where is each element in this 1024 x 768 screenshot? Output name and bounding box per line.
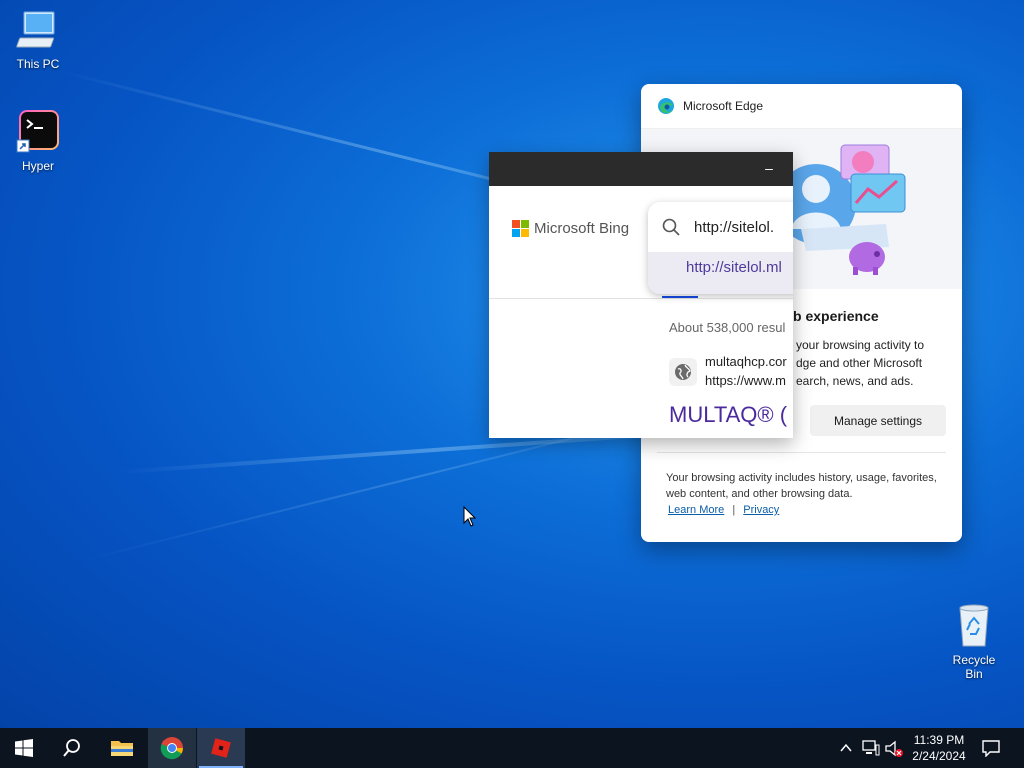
- search-suggestion[interactable]: http://sitelol.ml: [648, 252, 793, 294]
- roblox-button[interactable]: [197, 728, 245, 768]
- minimize-button[interactable]: –: [759, 160, 779, 176]
- search-icon: [63, 739, 80, 757]
- windows-logo-icon: [15, 739, 33, 757]
- desktop-icon-label: This PC: [16, 57, 60, 71]
- edge-popup-body: your browsing activity to dge and other …: [796, 336, 956, 390]
- bing-logo-text: Microsoft Bing: [534, 220, 630, 237]
- desktop-icon-hyper[interactable]: Hyper: [8, 108, 68, 173]
- computer-icon: [16, 11, 55, 48]
- edge-popup-title: Microsoft Edge: [683, 99, 764, 113]
- bing-page: Microsoft Bing About 538,000 resul multa…: [489, 186, 793, 438]
- microsoft-logo-icon: [512, 220, 529, 237]
- desktop-icon-this-pc[interactable]: This PC: [8, 10, 68, 71]
- desktop-icon-label: Hyper: [21, 159, 54, 173]
- globe-icon: [669, 358, 697, 386]
- privacy-link[interactable]: Privacy: [743, 504, 779, 516]
- edge-popup-footer-text: Your browsing activity includes history,…: [666, 472, 937, 500]
- clock-date: 2/24/2024: [912, 749, 966, 763]
- bing-logo[interactable]: Microsoft Bing: [512, 220, 629, 237]
- result-site-name[interactable]: multaqhcp.cor: [705, 354, 787, 369]
- search-row: [648, 202, 793, 252]
- result-title-link[interactable]: MULTAQ® (: [669, 402, 787, 428]
- clock[interactable]: 11:39 PM 2/24/2024: [906, 732, 972, 764]
- hyper-terminal-icon: [16, 110, 59, 153]
- start-button[interactable]: [0, 728, 48, 768]
- roblox-icon: [211, 738, 231, 758]
- divider: [489, 298, 793, 299]
- manage-settings-button[interactable]: Manage settings: [810, 405, 946, 436]
- volume-muted-icon[interactable]: [885, 740, 905, 758]
- network-icon[interactable]: [862, 740, 880, 756]
- recycle-bin-icon: [959, 604, 989, 647]
- divider: [657, 452, 946, 453]
- taskbar: 11:39 PM 2/24/2024: [0, 728, 1024, 768]
- edge-popup-body-line: earch, news, and ads.: [796, 374, 914, 388]
- file-explorer-button[interactable]: [98, 728, 146, 768]
- link-separator: |: [732, 504, 736, 516]
- desktop-icon-recycle-bin[interactable]: Recycle Bin: [944, 602, 1004, 681]
- chevron-up-icon[interactable]: [840, 742, 852, 754]
- chrome-icon: [160, 737, 183, 760]
- window-title-bar[interactable]: –: [489, 152, 793, 186]
- folder-icon: [111, 741, 133, 756]
- edge-logo-icon: [658, 98, 674, 114]
- learn-more-link[interactable]: Learn More: [668, 504, 724, 516]
- edge-popup-links: Learn More | Privacy: [668, 504, 779, 516]
- chrome-button[interactable]: [148, 728, 196, 768]
- bing-browser-window: – Microsoft Bing About 538,000 resul mul…: [489, 152, 793, 438]
- result-url[interactable]: https://www.m: [705, 373, 786, 388]
- edge-popup-body-line: dge and other Microsoft: [796, 356, 923, 370]
- edge-popup-heading: b experience: [793, 308, 879, 324]
- search-icon: [662, 218, 680, 236]
- clock-time: 11:39 PM: [913, 733, 965, 747]
- edge-popup-header: Microsoft Edge: [641, 84, 962, 129]
- search-button[interactable]: [48, 728, 96, 768]
- results-count: About 538,000 resul: [669, 320, 786, 335]
- mouse-cursor-icon: [463, 506, 477, 527]
- desktop-icon-label: Recycle Bin: [952, 653, 996, 681]
- search-input[interactable]: [692, 217, 793, 237]
- notification-icon[interactable]: [982, 739, 1000, 757]
- edge-popup-body-line: your browsing activity to: [796, 338, 925, 352]
- search-dropdown: http://sitelol.ml: [648, 202, 793, 294]
